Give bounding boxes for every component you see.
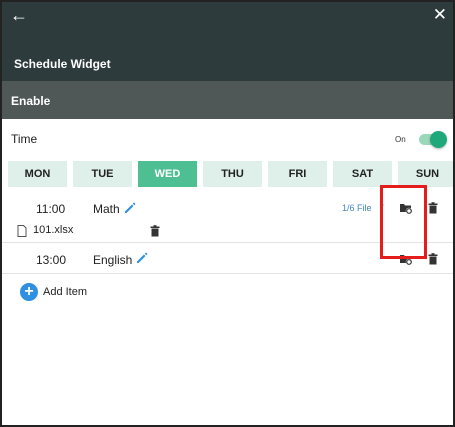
file-name[interactable]: 101.xlsx [33, 224, 73, 236]
item-subject: Math [93, 202, 120, 216]
file-count: 1/6 File [342, 203, 372, 213]
time-label: Time [11, 132, 38, 146]
day-tab-sun[interactable]: SUN [398, 161, 453, 187]
header-bar: ← ✕ Schedule Widget [2, 2, 453, 81]
day-tab-wed[interactable]: WED [138, 161, 197, 187]
enable-label: Enable [11, 94, 51, 108]
day-tab-fri[interactable]: FRI [268, 161, 327, 187]
item-subject: English [93, 253, 133, 267]
trash-icon[interactable] [150, 225, 160, 237]
toggle-state-label: On [395, 135, 406, 144]
arrow-left-icon[interactable]: ← [10, 4, 28, 26]
plus-icon: + [20, 283, 38, 301]
item-time: 11:00 [36, 202, 66, 216]
day-tab-tue[interactable]: TUE [73, 161, 132, 187]
highlight-box [380, 185, 427, 259]
time-toggle[interactable] [419, 131, 447, 148]
schedule-widget-window: ← ✕ Schedule Widget Enable Time On MON T… [0, 0, 455, 427]
trash-icon[interactable] [428, 202, 438, 214]
file-icon [17, 225, 27, 237]
add-item-label: Add Item [43, 286, 88, 298]
pencil-icon[interactable] [123, 201, 137, 215]
day-tab-thu[interactable]: THU [203, 161, 262, 187]
day-tabs: MON TUE WED THU FRI SAT SUN [8, 161, 453, 187]
enable-bar[interactable]: Enable [2, 81, 453, 119]
day-tab-mon[interactable]: MON [8, 161, 67, 187]
pencil-icon[interactable] [135, 251, 149, 265]
time-row: Time On [2, 119, 453, 157]
close-icon[interactable]: ✕ [433, 5, 447, 25]
trash-icon[interactable] [428, 253, 438, 265]
day-tab-sat[interactable]: SAT [333, 161, 392, 187]
page-title: Schedule Widget [14, 57, 111, 71]
toggle-knob [430, 131, 447, 148]
item-time: 13:00 [36, 253, 67, 267]
